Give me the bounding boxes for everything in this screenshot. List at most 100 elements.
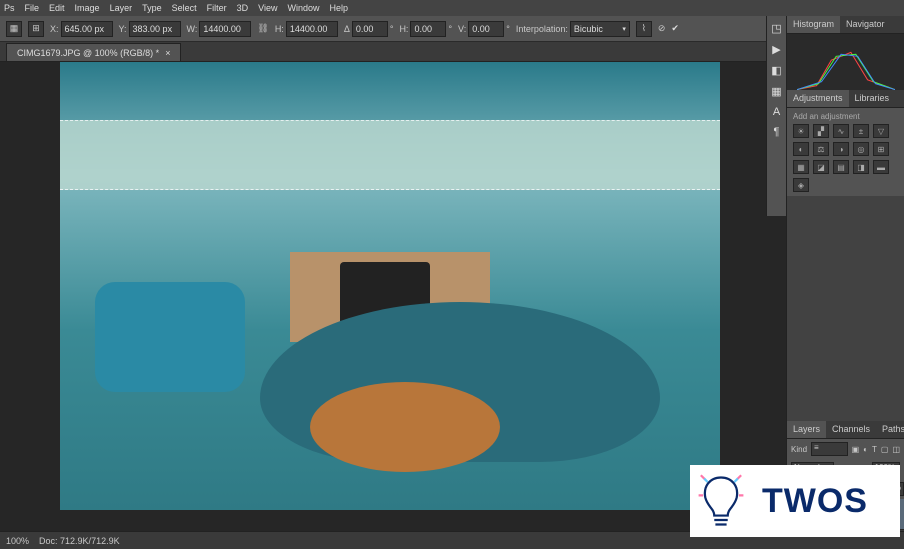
y-label: Y: — [119, 24, 127, 34]
panel-gap — [787, 196, 904, 421]
doc-size: Doc: 712.9K/712.9K — [39, 536, 120, 546]
paragraph-panel-icon[interactable]: ¶ — [774, 126, 780, 138]
h-label: H: — [275, 24, 284, 34]
gradient-map-icon[interactable]: ▬ — [873, 160, 889, 174]
menu-type[interactable]: Type — [142, 3, 162, 13]
vskew-field: V: ° — [458, 21, 510, 37]
collapsed-panels: ◳ ▶ ◧ ▦ A ¶ — [766, 16, 786, 216]
adjustments-body: Add an adjustment ☀ ▞ ∿ ± ▽ ◐ ⚖ ◑ ◎ ⊞ ▦ … — [787, 108, 904, 196]
kind-label: Kind — [791, 445, 807, 454]
x-input[interactable] — [61, 21, 113, 37]
selective-color-icon[interactable]: ◈ — [793, 178, 809, 192]
tab-paths[interactable]: Paths — [876, 421, 904, 438]
hskew-field: H: ° — [399, 21, 452, 37]
adjustments-hint: Add an adjustment — [793, 112, 898, 121]
menu-window[interactable]: Window — [287, 3, 319, 13]
character-panel-icon[interactable]: A — [773, 106, 780, 118]
tab-histogram[interactable]: Histogram — [787, 16, 840, 33]
histogram-body — [787, 34, 904, 90]
angle-field: Δ ° — [344, 21, 394, 37]
menu-file[interactable]: File — [25, 3, 40, 13]
tab-libraries[interactable]: Libraries — [849, 90, 896, 107]
hskew-label: H: — [399, 24, 408, 34]
menu-filter[interactable]: Filter — [207, 3, 227, 13]
photo-filter-icon[interactable]: ◎ — [853, 142, 869, 156]
w-input[interactable] — [199, 21, 251, 37]
filter-pixel-icon[interactable]: ▣ — [852, 445, 860, 454]
w-field: W: — [187, 21, 252, 37]
warp-mode-icon[interactable]: ⌇ — [636, 21, 652, 37]
layer-filter-row: Kind ≡ ▣ ◐ T ▢ ◫ — [787, 439, 904, 459]
curves-icon[interactable]: ∿ — [833, 124, 849, 138]
app-icon: Ps — [4, 3, 15, 13]
zoom-level[interactable]: 100% — [6, 536, 29, 546]
hue-sat-icon[interactable]: ◐ — [793, 142, 809, 156]
color-balance-icon[interactable]: ⚖ — [813, 142, 829, 156]
hskew-input[interactable] — [410, 21, 446, 37]
angle-unit: ° — [390, 24, 394, 34]
cancel-transform-icon[interactable]: ⊘ — [658, 23, 666, 34]
link-icon[interactable]: ⛓ — [257, 23, 268, 34]
vskew-input[interactable] — [468, 21, 504, 37]
menu-view[interactable]: View — [258, 3, 277, 13]
x-label: X: — [50, 24, 59, 34]
posterize-icon[interactable]: ▤ — [833, 160, 849, 174]
canvas[interactable] — [60, 62, 720, 510]
adjustment-icons: ☀ ▞ ∿ ± ▽ ◐ ⚖ ◑ ◎ ⊞ ▦ ◪ ▤ ◨ ▬ ◈ — [793, 124, 898, 192]
image-table — [310, 382, 500, 472]
menu-3d[interactable]: 3D — [237, 3, 249, 13]
color-lookup-icon[interactable]: ▦ — [793, 160, 809, 174]
tab-adjustments[interactable]: Adjustments — [787, 90, 849, 107]
menu-layer[interactable]: Layer — [110, 3, 133, 13]
h-field: H: — [275, 21, 338, 37]
menu-bar: Ps File Edit Image Layer Type Select Fil… — [0, 0, 904, 16]
vibrance-icon[interactable]: ▽ — [873, 124, 889, 138]
tab-navigator[interactable]: Navigator — [840, 16, 891, 33]
menu-image[interactable]: Image — [75, 3, 100, 13]
filter-adjust-icon[interactable]: ◐ — [863, 445, 868, 454]
kind-dropdown[interactable]: ≡ — [811, 442, 848, 456]
menu-select[interactable]: Select — [172, 3, 197, 13]
watermark-badge: TWOS — [690, 465, 900, 537]
y-field: Y: — [119, 21, 181, 37]
document-tab[interactable]: CIMG1679.JPG @ 100% (RGB/8) * × — [6, 43, 181, 61]
document-image — [60, 62, 720, 510]
interp-label: Interpolation: — [516, 24, 568, 34]
transform-icon[interactable]: ▦ — [6, 21, 22, 37]
interp-value: Bicubic — [574, 24, 603, 34]
commit-transform-icon[interactable]: ✔ — [671, 23, 679, 34]
filter-smart-icon[interactable]: ◫ — [892, 445, 900, 454]
brightness-contrast-icon[interactable]: ☀ — [793, 124, 809, 138]
menu-edit[interactable]: Edit — [49, 3, 65, 13]
reference-point-icon[interactable]: ⊞ — [28, 21, 44, 37]
y-input[interactable] — [129, 21, 181, 37]
black-white-icon[interactable]: ◑ — [833, 142, 849, 156]
interp-field: Interpolation: Bicubic ▾ — [516, 21, 630, 37]
close-icon[interactable]: × — [165, 48, 170, 58]
adjustments-panel-tabs: Adjustments Libraries — [787, 90, 904, 108]
filter-type-icon[interactable]: T — [872, 445, 877, 454]
w-label: W: — [187, 24, 198, 34]
tab-channels[interactable]: Channels — [826, 421, 876, 438]
angle-input[interactable] — [352, 21, 388, 37]
levels-icon[interactable]: ▞ — [813, 124, 829, 138]
exposure-icon[interactable]: ± — [853, 124, 869, 138]
layers-panel-tabs: Layers Channels Paths — [787, 421, 904, 439]
actions-panel-icon[interactable]: ▶ — [772, 43, 780, 56]
h-input[interactable] — [286, 21, 338, 37]
vskew-unit: ° — [506, 24, 510, 34]
vskew-label: V: — [458, 24, 466, 34]
image-armchair — [95, 282, 245, 392]
color-panel-icon[interactable]: ◧ — [771, 64, 781, 77]
history-panel-icon[interactable]: ◳ — [771, 22, 781, 35]
filter-shape-icon[interactable]: ▢ — [881, 445, 889, 454]
swatches-panel-icon[interactable]: ▦ — [771, 85, 781, 98]
threshold-icon[interactable]: ◨ — [853, 160, 869, 174]
menu-help[interactable]: Help — [330, 3, 349, 13]
channel-mixer-icon[interactable]: ⊞ — [873, 142, 889, 156]
watermark-text: TWOS — [762, 482, 868, 521]
tab-layers[interactable]: Layers — [787, 421, 826, 438]
selection-marquee[interactable] — [60, 120, 720, 190]
invert-icon[interactable]: ◪ — [813, 160, 829, 174]
interp-dropdown[interactable]: Bicubic ▾ — [570, 21, 630, 37]
